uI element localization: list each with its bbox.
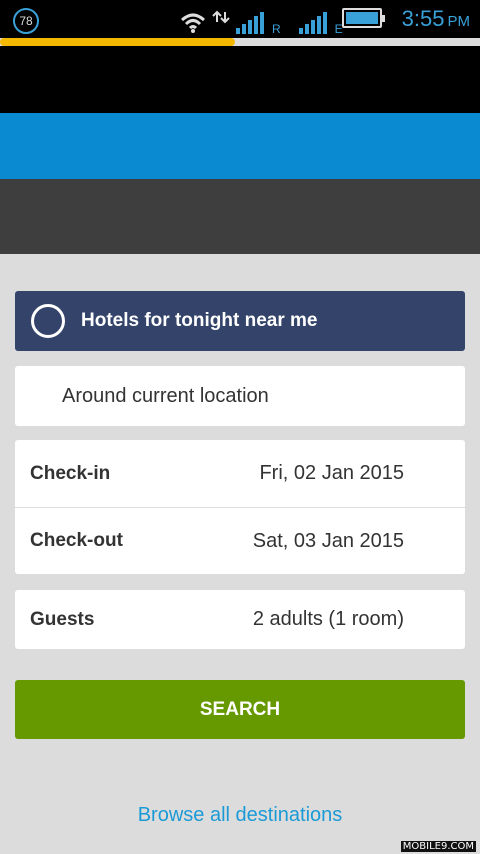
loading-progress-bar: [0, 38, 480, 46]
signal-icon-2: [298, 12, 327, 34]
status-icons: R E: [180, 6, 343, 36]
guests-label: Guests: [30, 608, 95, 630]
data-arrows-icon: [212, 10, 230, 24]
radio-icon[interactable]: [31, 304, 65, 338]
location-label: Around current location: [62, 384, 269, 407]
browse-destinations-link[interactable]: Browse all destinations: [0, 804, 480, 827]
progress-fill: [0, 38, 236, 46]
hotels-tonight-label: Hotels for tonight near me: [81, 310, 318, 331]
location-field[interactable]: Around current location: [15, 366, 465, 426]
network-type-r: R: [272, 22, 281, 36]
notification-badge: 78: [13, 8, 39, 34]
battery-icon: [342, 8, 385, 28]
header-band: [0, 46, 480, 113]
wifi-icon: [180, 13, 206, 33]
signal-icon: [236, 12, 264, 34]
clock: 3:55 PM: [402, 6, 470, 32]
checkout-value: Sat, 03 Jan 2015: [252, 529, 404, 552]
search-button[interactable]: SEARCH: [15, 680, 465, 739]
clock-ampm: PM: [447, 13, 471, 30]
checkout-label: Check-out: [30, 530, 123, 551]
guests-row[interactable]: Guests 2 adults (1 room): [15, 590, 465, 649]
tab-bar: [0, 179, 480, 254]
checkin-label: Check-in: [30, 462, 111, 484]
checkin-row[interactable]: Check-in Fri, 02 Jan 2015: [15, 440, 465, 507]
guests-card: Guests 2 adults (1 room): [15, 590, 465, 649]
dates-card: Check-in Fri, 02 Jan 2015 Check-out Sat,…: [15, 440, 465, 574]
clock-time: 3:55: [401, 6, 445, 31]
hotels-tonight-option[interactable]: Hotels for tonight near me: [15, 291, 465, 351]
watermark: MOBILE9.COM: [400, 841, 476, 852]
action-bar: [0, 113, 480, 179]
guests-value: 2 adults (1 room): [252, 608, 404, 630]
status-bar: 78 R E 3:55 PM: [0, 0, 480, 38]
checkout-row[interactable]: Check-out Sat, 03 Jan 2015: [15, 507, 465, 574]
checkin-value: Fri, 02 Jan 2015: [259, 462, 404, 484]
